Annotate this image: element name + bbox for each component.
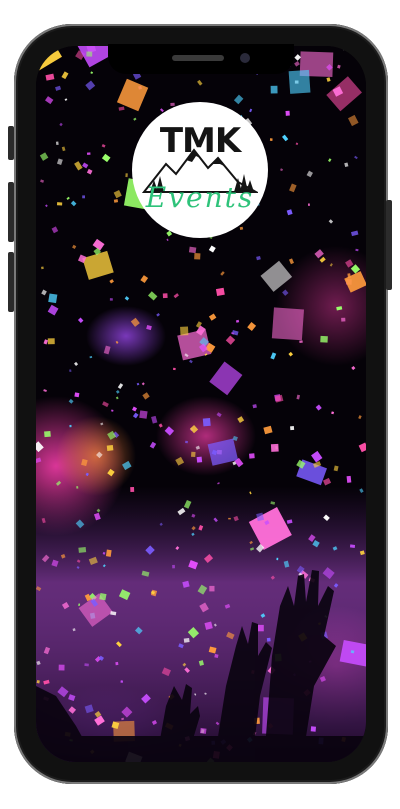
confetti-piece xyxy=(239,226,244,230)
confetti-piece xyxy=(194,253,201,260)
confetti-piece xyxy=(76,486,79,489)
confetti-piece xyxy=(215,287,225,297)
confetti-piece xyxy=(180,326,189,336)
camera-icon xyxy=(240,53,250,63)
confetti-piece xyxy=(82,195,86,199)
confetti-piece xyxy=(276,557,279,561)
confetti-piece xyxy=(41,266,44,270)
confetti-piece xyxy=(113,199,119,203)
confetti-piece xyxy=(196,456,203,463)
confetti-piece xyxy=(170,102,175,107)
confetti-piece xyxy=(228,517,231,520)
confetti-piece xyxy=(99,592,107,601)
confetti-piece xyxy=(58,664,65,671)
confetti-piece xyxy=(74,392,80,398)
confetti-piece xyxy=(249,453,255,459)
confetti-piece xyxy=(162,293,168,299)
confetti-piece xyxy=(109,298,113,301)
confetti-piece xyxy=(185,440,188,444)
confetti-piece xyxy=(199,727,207,734)
tmk-events-logo: TMK Events xyxy=(132,102,268,238)
confetti-piece xyxy=(191,451,196,458)
confetti-piece xyxy=(358,49,366,55)
confetti-piece xyxy=(120,680,124,683)
confetti-piece xyxy=(86,152,91,155)
confetti-piece xyxy=(78,547,87,553)
silent-switch xyxy=(8,126,14,160)
confetti-piece xyxy=(290,426,295,431)
power-button xyxy=(386,200,392,290)
confetti-piece xyxy=(299,340,303,343)
confetti-piece xyxy=(310,726,317,732)
confetti-piece xyxy=(269,138,273,142)
confetti-piece xyxy=(55,141,59,145)
speaker-icon xyxy=(172,55,224,61)
confetti-piece xyxy=(106,445,114,451)
volume-up-button xyxy=(8,182,14,242)
confetti-piece xyxy=(105,549,112,557)
confetti-piece xyxy=(320,335,328,343)
confetti-piece xyxy=(130,487,135,493)
confetti-piece xyxy=(209,585,215,592)
confetti-piece xyxy=(115,661,119,666)
confetti-piece xyxy=(125,173,128,178)
confetti-piece xyxy=(270,85,278,94)
confetti-piece xyxy=(84,663,89,667)
confetti-piece xyxy=(288,69,311,94)
confetti-piece xyxy=(86,51,93,57)
confetti-piece xyxy=(172,564,175,569)
confetti-piece xyxy=(285,110,290,116)
confetti-piece xyxy=(56,202,63,206)
confetti-piece xyxy=(69,424,72,428)
confetti-piece xyxy=(188,246,197,254)
confetti-piece xyxy=(341,317,346,322)
confetti-piece xyxy=(173,367,176,371)
confetti-piece xyxy=(44,430,51,438)
confetti-piece xyxy=(347,273,351,279)
confetti-piece xyxy=(271,307,305,341)
confetti-piece xyxy=(257,624,264,632)
confetti-piece xyxy=(308,203,310,206)
confetti-piece xyxy=(270,443,279,452)
confetti-piece xyxy=(346,475,352,483)
confetti-piece xyxy=(139,410,148,419)
confetti-piece xyxy=(69,369,72,373)
volume-down-button xyxy=(8,252,14,312)
confetti-piece xyxy=(47,338,55,345)
confetti-piece xyxy=(183,637,190,643)
logo-script: Events xyxy=(145,181,255,214)
confetti-piece xyxy=(266,637,271,642)
confetti-piece xyxy=(202,417,211,427)
confetti-piece xyxy=(349,544,356,548)
confetti-piece xyxy=(48,293,58,304)
